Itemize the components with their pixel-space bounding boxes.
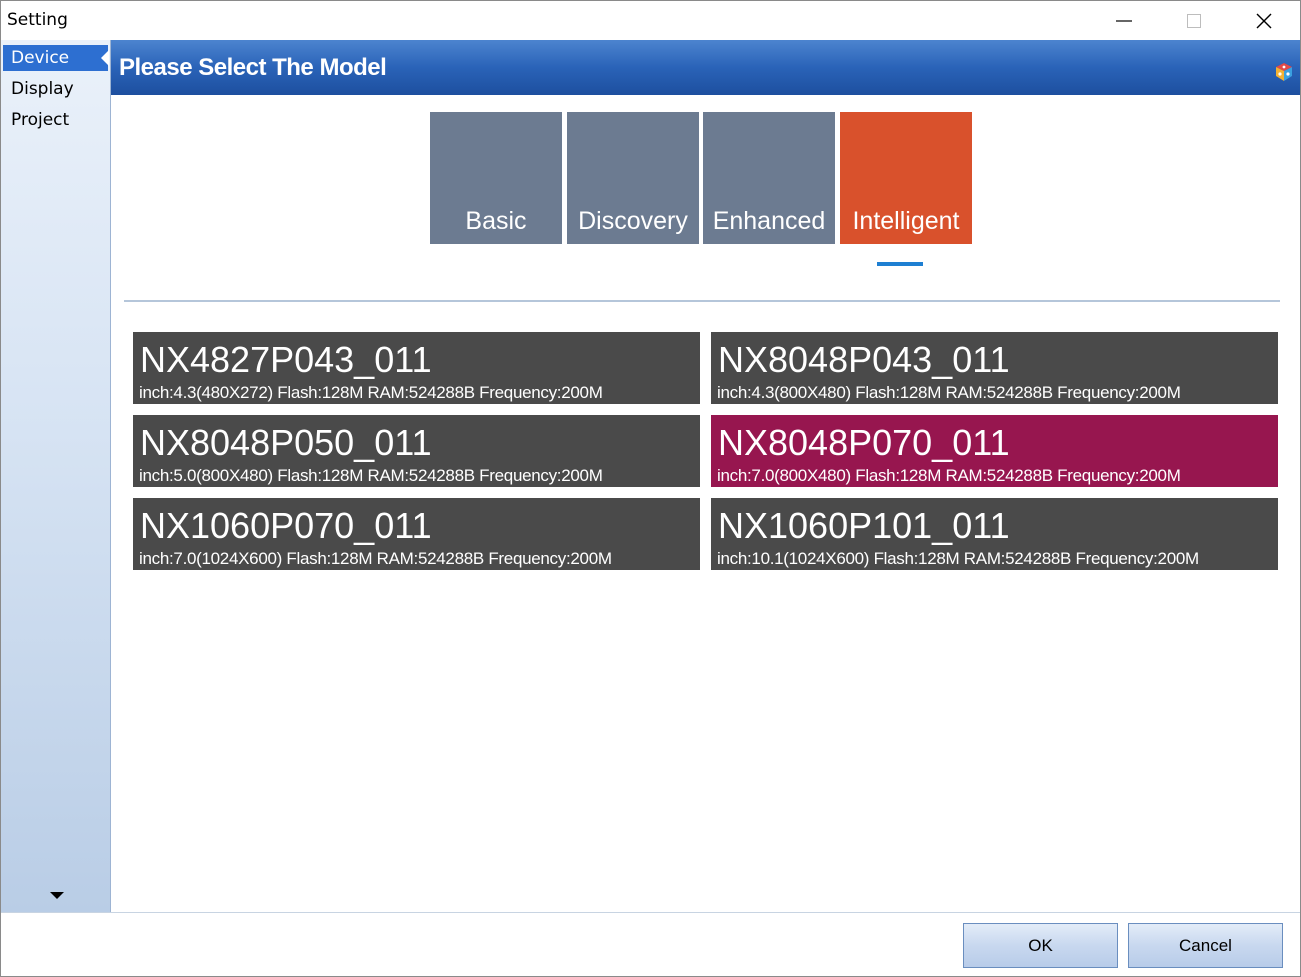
- model-spec: inch:5.0(800X480) Flash:128M RAM:524288B…: [139, 466, 603, 485]
- window-title: Setting: [7, 10, 68, 30]
- model-card-nx8048p043[interactable]: NX8048P043_011 inch:4.3(800X480) Flash:1…: [711, 332, 1278, 404]
- tab-intelligent[interactable]: Intelligent: [840, 112, 972, 244]
- model-name: NX1060P101_011: [718, 505, 1010, 546]
- panel-title: Please Select The Model: [119, 54, 387, 81]
- model-card-nx8048p070[interactable]: NX8048P070_011 inch:7.0(800X480) Flash:1…: [711, 415, 1278, 487]
- panel-header: Please Select The Model: [111, 40, 1300, 95]
- model-card-nx8048p050[interactable]: NX8048P050_011 inch:5.0(800X480) Flash:1…: [133, 415, 700, 487]
- tab-enhanced-label: Enhanced: [712, 207, 826, 235]
- title-bar: Setting: [1, 1, 1300, 40]
- model-name: NX8048P070_011: [718, 422, 1010, 463]
- model-spec: inch:7.0(800X480) Flash:128M RAM:524288B…: [717, 466, 1181, 485]
- model-card-nx1060p101[interactable]: NX1060P101_011 inch:10.1(1024X600) Flash…: [711, 498, 1278, 570]
- triangle-down-icon[interactable]: [50, 892, 64, 899]
- active-tab-indicator: [877, 262, 923, 266]
- tab-discovery[interactable]: Discovery: [567, 112, 699, 244]
- model-card-nx1060p070[interactable]: NX1060P070_011 inch:7.0(1024X600) Flash:…: [133, 498, 700, 570]
- model-name: NX4827P043_011: [140, 339, 432, 380]
- tab-discovery-label: Discovery: [578, 207, 688, 235]
- model-name: NX8048P043_011: [718, 339, 1010, 380]
- model-card-nx4827p043[interactable]: NX4827P043_011 inch:4.3(480X272) Flash:1…: [133, 332, 700, 404]
- ok-button[interactable]: OK: [963, 923, 1118, 968]
- tab-enhanced[interactable]: Enhanced: [703, 112, 835, 244]
- maximize-button[interactable]: [1171, 1, 1217, 40]
- sidebar-item-device[interactable]: Device: [3, 45, 109, 71]
- divider: [124, 300, 1280, 302]
- dialog-button-bar: OK Cancel: [1, 912, 1300, 976]
- cancel-button[interactable]: Cancel: [1128, 923, 1283, 968]
- sidebar: Device Display Project: [1, 40, 111, 912]
- model-spec: inch:4.3(800X480) Flash:128M RAM:524288B…: [717, 383, 1181, 402]
- setting-window: Setting Device Display Project Please Se…: [0, 0, 1301, 977]
- close-icon: [1256, 13, 1272, 28]
- model-name: NX1060P070_011: [140, 505, 432, 546]
- minimize-icon: [1116, 19, 1132, 22]
- tab-basic-label: Basic: [465, 207, 527, 235]
- minimize-button[interactable]: [1101, 1, 1147, 40]
- sidebar-item-project[interactable]: Project: [3, 107, 108, 133]
- tab-basic[interactable]: Basic: [430, 112, 562, 244]
- main-panel: Please Select The Model Basic Discovery …: [111, 40, 1300, 912]
- model-spec: inch:10.1(1024X600) Flash:128M RAM:52428…: [717, 549, 1199, 568]
- close-button[interactable]: [1241, 1, 1287, 40]
- maximize-icon: [1187, 13, 1201, 28]
- model-spec: inch:7.0(1024X600) Flash:128M RAM:524288…: [139, 549, 612, 568]
- cube-icon: [1276, 63, 1292, 81]
- tab-intelligent-label: Intelligent: [852, 207, 960, 235]
- model-name: NX8048P050_011: [140, 422, 432, 463]
- sidebar-item-display[interactable]: Display: [3, 76, 108, 102]
- model-spec: inch:4.3(480X272) Flash:128M RAM:524288B…: [139, 383, 603, 402]
